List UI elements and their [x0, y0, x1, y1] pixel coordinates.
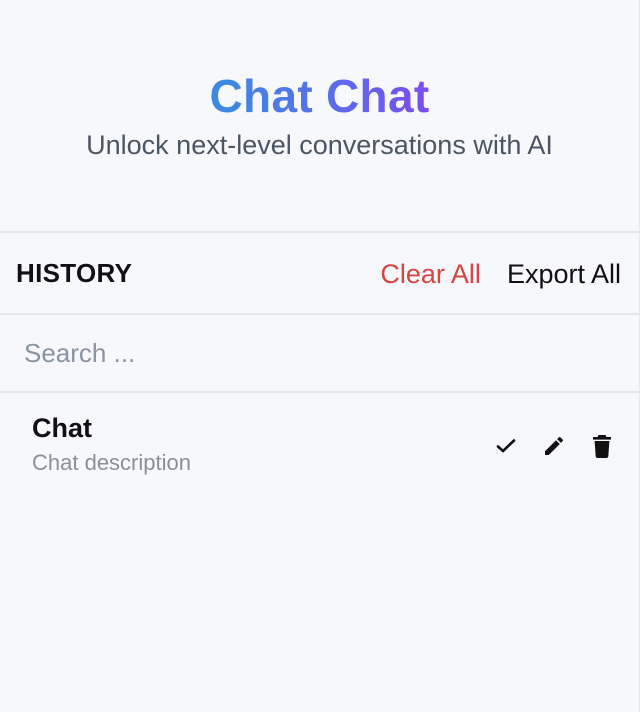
- app-subtitle: Unlock next-level conversations with AI: [86, 130, 553, 160]
- search-bar: [0, 315, 639, 393]
- chat-list-item[interactable]: Chat Chat description: [0, 411, 639, 481]
- check-icon[interactable]: [493, 433, 519, 459]
- brand-header: Chat Chat Unlock next-level conversation…: [0, 0, 639, 233]
- history-actions: Clear All Export All: [380, 257, 621, 290]
- clear-all-button[interactable]: Clear All: [380, 259, 481, 290]
- pencil-icon[interactable]: [541, 433, 567, 459]
- history-title: HISTORY: [16, 257, 133, 288]
- trash-icon[interactable]: [589, 433, 615, 459]
- chat-title: Chat: [32, 413, 92, 443]
- search-input[interactable]: [24, 337, 615, 369]
- chat-description: Chat description: [32, 450, 191, 475]
- chat-item-actions: [493, 433, 615, 459]
- chat-list: Chat Chat description: [0, 393, 639, 481]
- history-header: HISTORY Clear All Export All: [0, 233, 639, 315]
- history-sidebar: Chat Chat Unlock next-level conversation…: [0, 0, 640, 712]
- app-title: Chat Chat: [209, 70, 430, 122]
- chat-text: Chat Chat description: [32, 411, 191, 477]
- export-all-button[interactable]: Export All: [507, 259, 621, 290]
